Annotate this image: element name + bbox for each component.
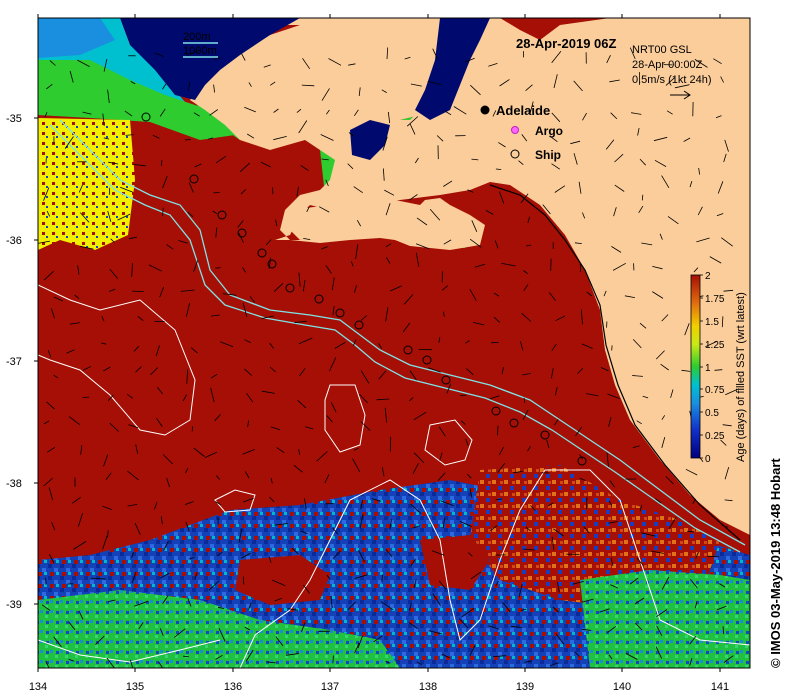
colorbar-tick-label: 1.25 [705,340,725,351]
current-arrow [641,194,644,201]
current-arrow [497,425,499,436]
x-tick-label: 134 [29,681,47,693]
colorbar-tick-label: 0.25 [705,431,725,442]
x-tick-label: 136 [224,681,242,693]
y-tick-label: -35 [6,113,22,125]
current-info-line-2: 28-Apr 00:00Z [632,59,703,71]
x-tick-label: 141 [711,681,729,693]
y-tick-label: -36 [6,235,22,247]
depth-legend-200m: 200m [183,31,211,43]
current-arrow [131,290,144,292]
adelaide-label: Adelaide [496,103,550,118]
current-arrow [45,577,47,585]
current-arrow [495,168,502,170]
x-tick-label: 140 [613,681,631,693]
colorbar-tick-label: 1.5 [705,317,719,328]
colorbar-tick-label: 0.5 [705,408,719,419]
current-arrow [687,530,694,533]
sst-age-map: 134 135 136 137 138 139 140 141 -35 -36 … [6,14,751,693]
colorbar-label: Age (days) of filled SST (wrt latest) [735,292,747,462]
colorbar [690,274,701,459]
x-tick-label: 138 [419,681,437,693]
x-tick-label: 135 [126,681,144,693]
credit-text: © IMOS 03-May-2019 13:48 Hobart [768,458,783,668]
colorbar-tick-label: 0 [705,454,711,465]
yellow-patch [38,118,135,250]
x-tick-label: 139 [516,681,534,693]
y-axis [34,117,38,605]
current-info-line-1: NRT00 GSL [632,44,692,56]
colorbar-tick-label: 2 [705,271,711,282]
y-tick-label: -39 [6,599,22,611]
colorbar-tick-label: 1.75 [705,294,725,305]
depth-legend-1000m: 1000m [183,45,217,57]
colorbar-tick-label: 1 [705,363,711,374]
colorbar-tick-label: 0.75 [705,385,725,396]
current-info-line-3: 0.5m/s (1kt 24h) [632,74,711,86]
y-tick-label: -38 [6,478,22,490]
argo-label: Argo [535,124,563,138]
map-title: 28-Apr-2019 06Z [516,36,616,51]
adelaide-marker [480,105,490,115]
y-tick-label: -37 [6,356,22,368]
ship-label: Ship [535,148,561,162]
current-arrow [332,655,334,664]
argo-marker [511,126,519,134]
x-tick-label: 137 [321,681,339,693]
